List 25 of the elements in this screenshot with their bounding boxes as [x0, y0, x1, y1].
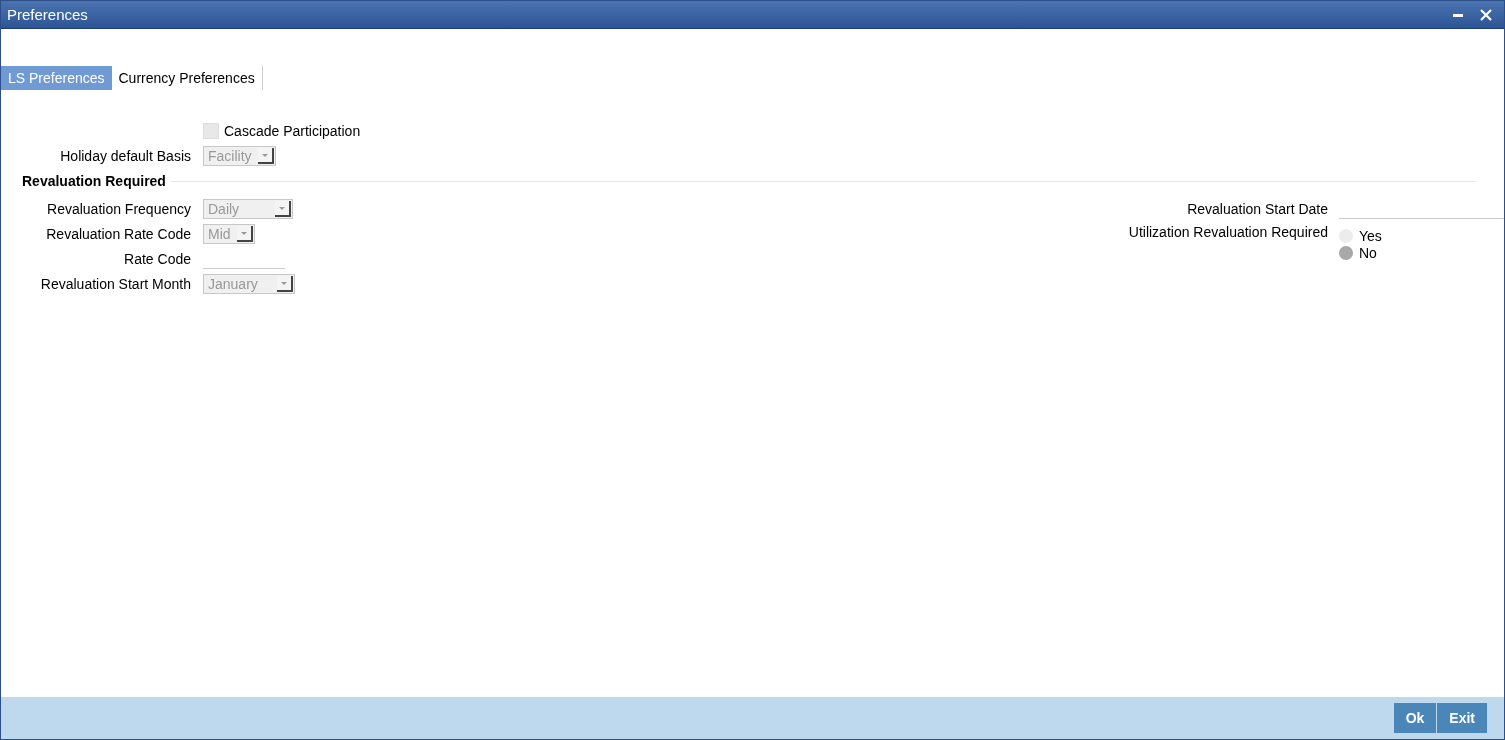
dialog-button[interactable]: Exit [1437, 703, 1487, 733]
checkbox-label: Cascade Participation [224, 122, 361, 139]
dropdown[interactable]: Facility [203, 145, 276, 166]
window-title: Preferences [7, 6, 89, 23]
tab[interactable]: LS Preferences [1, 66, 112, 90]
dialog-button[interactable]: Ok [1393, 703, 1437, 733]
field-label: Revaluation Rate Code [45, 225, 192, 242]
caret-icon [237, 225, 253, 242]
radio-label: No [1359, 244, 1377, 261]
field-label: Holiday default Basis [59, 147, 192, 164]
caret-icon [258, 147, 274, 164]
section-title: Revaluation Required [22, 173, 167, 189]
dropdown[interactable]: January [203, 273, 295, 294]
checkbox[interactable] [203, 122, 219, 139]
field-label: Revaluation Start Month [39, 275, 192, 292]
caret-icon [275, 200, 291, 217]
field-label: Revaluation Frequency [46, 200, 192, 217]
field-label: Utilization Revaluation Required [1127, 223, 1329, 240]
dropdown[interactable]: Daily [203, 198, 293, 219]
field-label: Revaluation Start Date [1186, 200, 1329, 217]
radio-button[interactable] [1339, 245, 1353, 260]
radio-label: Yes [1359, 227, 1382, 244]
dropdown[interactable]: Mid [203, 223, 255, 244]
field-label: Rate Code [123, 250, 192, 267]
caret-icon [277, 275, 293, 292]
